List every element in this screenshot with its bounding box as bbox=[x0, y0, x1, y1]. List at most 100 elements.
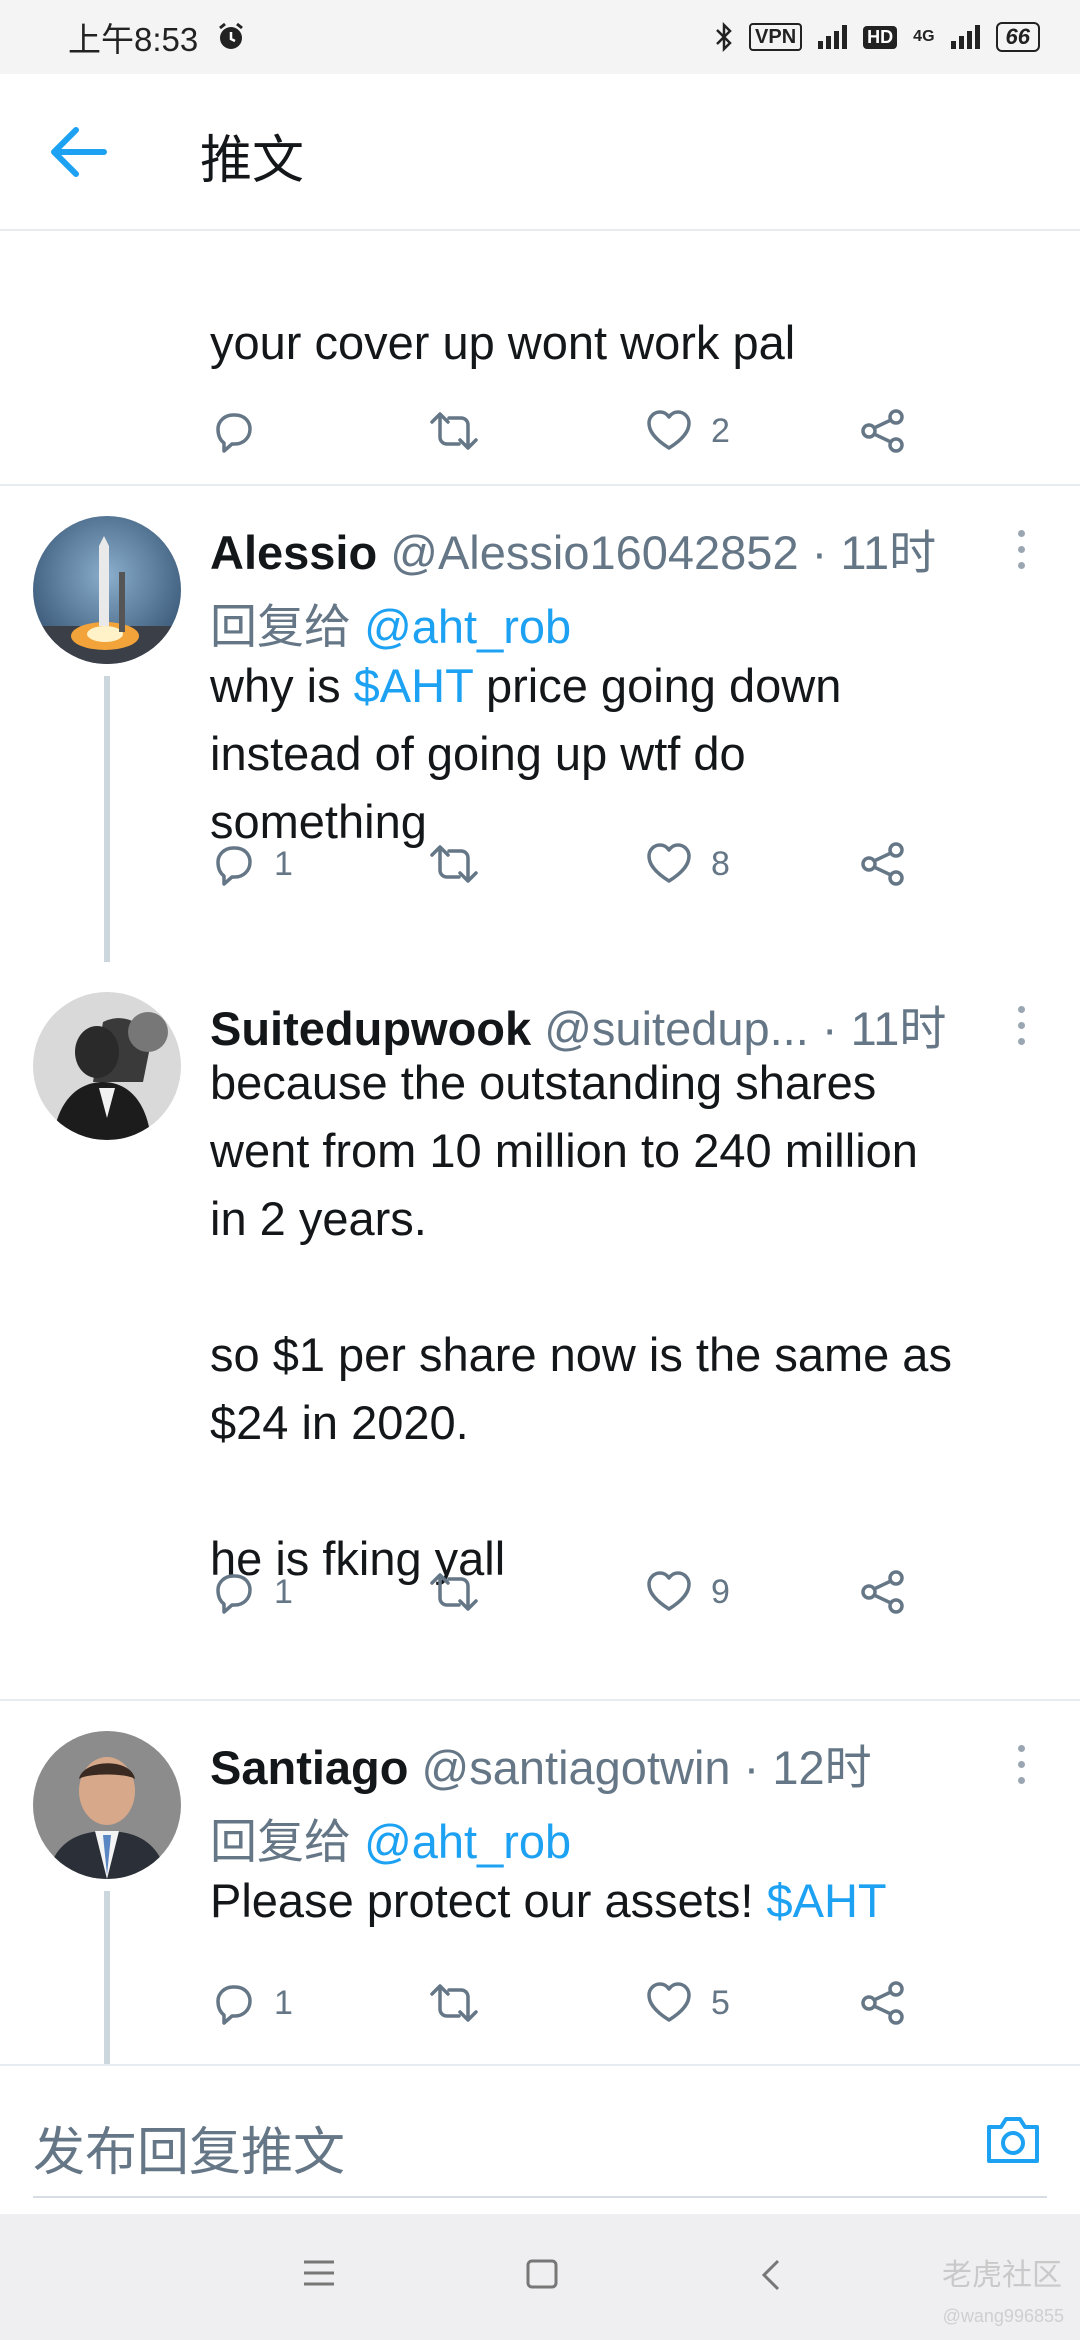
reply-count: 1 bbox=[274, 844, 293, 883]
input-underline bbox=[33, 2196, 1047, 2198]
more-vertical-icon[interactable] bbox=[1015, 1006, 1027, 1050]
retweet-icon bbox=[430, 412, 478, 450]
more-vertical-icon[interactable] bbox=[1015, 530, 1027, 574]
reply-button[interactable]: 1 bbox=[210, 1973, 293, 2033]
like-button[interactable]: 2 bbox=[645, 401, 730, 461]
retweet-icon bbox=[430, 1573, 478, 1611]
author-handle[interactable]: @Alessio16042852 bbox=[390, 526, 798, 579]
author-handle[interactable]: @suitedup... bbox=[544, 1002, 809, 1055]
like-count: 5 bbox=[711, 1983, 730, 2022]
top-app-bar: 推文 bbox=[0, 74, 1080, 231]
reply-icon bbox=[216, 1985, 252, 2025]
reply-button[interactable] bbox=[210, 401, 274, 461]
network-type: 4G bbox=[913, 28, 935, 45]
share-icon bbox=[861, 842, 904, 886]
tweet-actions: 2 bbox=[210, 401, 1010, 461]
like-count: 2 bbox=[711, 411, 730, 450]
retweet-button[interactable] bbox=[428, 401, 480, 461]
tweet-time: 12时 bbox=[772, 1741, 872, 1794]
mention-link[interactable]: @aht_rob bbox=[364, 600, 571, 653]
dot-separator: · bbox=[743, 1741, 760, 1794]
signal-icon bbox=[818, 25, 848, 49]
share-icon bbox=[861, 409, 904, 453]
menu-icon[interactable] bbox=[302, 2258, 336, 2288]
watermark-user: @wang996855 bbox=[942, 2306, 1064, 2326]
tweet-header: Santiago @santiagotwin · 12时 bbox=[210, 1729, 872, 1798]
tweet-time: 11时 bbox=[850, 1002, 947, 1055]
body-text-part: Please protect our assets! bbox=[210, 1874, 767, 1927]
reply-input[interactable]: 发布回复推文 bbox=[33, 2110, 345, 2185]
back-arrow-icon[interactable] bbox=[48, 124, 108, 180]
retweet-button[interactable] bbox=[428, 834, 480, 894]
heart-icon bbox=[647, 410, 691, 450]
reply-button[interactable]: 1 bbox=[210, 834, 293, 894]
thread-line bbox=[104, 676, 110, 962]
heart-icon bbox=[647, 1982, 691, 2022]
share-icon bbox=[861, 1570, 904, 1614]
tweet-item[interactable]: Suitedupwook @suitedup... · 11时 because … bbox=[0, 962, 1080, 1614]
share-button[interactable] bbox=[860, 1562, 906, 1622]
tweet-item[interactable]: Alessio @Alessio16042852 · 11时 回复给 @aht_… bbox=[0, 486, 1080, 962]
back-nav-icon[interactable] bbox=[760, 2258, 782, 2292]
avatar[interactable] bbox=[33, 992, 181, 1140]
body-text-part: why is bbox=[210, 659, 354, 712]
replying-to: 回复给 @aht_rob bbox=[210, 1803, 571, 1872]
avatar[interactable] bbox=[33, 516, 181, 664]
replying-to: 回复给 @aht_rob bbox=[210, 588, 571, 657]
tweet-body: your cover up wont work pal bbox=[210, 316, 796, 369]
page-title: 推文 bbox=[200, 132, 305, 190]
share-button[interactable] bbox=[860, 834, 906, 894]
author-name[interactable]: Suitedupwook bbox=[210, 1002, 531, 1055]
tweet-body: Please protect our assets! $AHT bbox=[210, 1867, 1040, 1935]
like-button[interactable]: 5 bbox=[645, 1973, 730, 2033]
tweet-body: because the outstanding shares went from… bbox=[210, 1056, 952, 1585]
heart-icon bbox=[647, 843, 691, 883]
share-button[interactable] bbox=[860, 1973, 906, 2033]
retweet-button[interactable] bbox=[428, 1562, 480, 1622]
avatar[interactable] bbox=[33, 1731, 181, 1879]
retweet-icon bbox=[430, 1984, 478, 2022]
reply-count: 1 bbox=[274, 1572, 293, 1611]
more-vertical-icon[interactable] bbox=[1015, 1745, 1027, 1789]
share-button[interactable] bbox=[860, 401, 906, 461]
like-button[interactable]: 8 bbox=[645, 834, 730, 894]
tweet-actions: 1 9 bbox=[210, 1562, 1010, 1622]
tweet-feed[interactable]: your cover up wont work pal 2 Alessio @A… bbox=[0, 229, 1080, 2064]
mention-link[interactable]: @aht_rob bbox=[364, 1815, 571, 1868]
status-bar: 上午8:53 VPN HD 4G 66 bbox=[0, 0, 1080, 74]
tweet-header: Alessio @Alessio16042852 · 11时 bbox=[210, 514, 936, 583]
tweet-item[interactable]: your cover up wont work pal 2 bbox=[0, 229, 1080, 484]
retweet-button[interactable] bbox=[428, 1973, 480, 2033]
home-icon[interactable] bbox=[525, 2258, 559, 2290]
tweet-time: 11时 bbox=[840, 526, 937, 579]
thread-line bbox=[104, 1891, 110, 2064]
tweet-item[interactable]: Santiago @santiagotwin · 12时 回复给 @aht_ro… bbox=[0, 1701, 1080, 2064]
reply-composer: 发布回复推文 bbox=[0, 2064, 1080, 2216]
system-nav-bar: 老虎社区 @wang996855 bbox=[0, 2214, 1080, 2340]
share-icon bbox=[861, 1981, 904, 2025]
reply-icon bbox=[216, 1574, 252, 1614]
tweet-actions: 1 8 bbox=[210, 834, 1010, 894]
dot-separator: · bbox=[821, 1002, 838, 1055]
signal-icon-2 bbox=[950, 25, 980, 49]
hd-badge: HD bbox=[863, 25, 898, 49]
reply-button[interactable]: 1 bbox=[210, 1562, 293, 1622]
author-name[interactable]: Santiago bbox=[210, 1741, 408, 1794]
avatar-image bbox=[33, 1731, 181, 1879]
like-button[interactable]: 9 bbox=[645, 1562, 730, 1622]
tweet-body: why is $AHT price going down instead of … bbox=[210, 652, 1040, 856]
avatar-image bbox=[33, 992, 181, 1140]
author-handle[interactable]: @santiagotwin bbox=[422, 1741, 731, 1794]
heart-icon bbox=[647, 1571, 691, 1611]
status-time: 上午8:53 bbox=[68, 21, 199, 58]
tweet-actions: 1 5 bbox=[210, 1973, 1010, 2033]
dot-separator: · bbox=[811, 526, 828, 579]
author-name[interactable]: Alessio bbox=[210, 526, 377, 579]
cashtag-link[interactable]: $AHT bbox=[354, 659, 473, 712]
camera-icon[interactable] bbox=[984, 2111, 1042, 2167]
bluetooth-icon bbox=[716, 22, 732, 52]
like-count: 9 bbox=[711, 1572, 730, 1611]
cashtag-link[interactable]: $AHT bbox=[766, 1874, 886, 1927]
alarm-icon bbox=[219, 22, 244, 49]
avatar-image bbox=[33, 516, 181, 664]
